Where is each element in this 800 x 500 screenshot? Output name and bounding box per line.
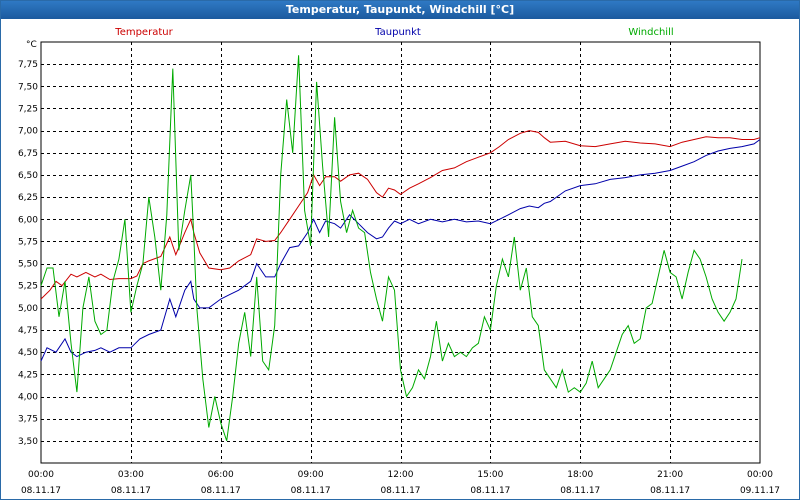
- x-tick-time: 03:00: [118, 470, 144, 480]
- x-tick-date: 08.11.17: [21, 486, 61, 496]
- plot-border: [40, 41, 761, 464]
- line-chart: 3,50 3,75 4,00 4,25 4,50 4,75 5,00 5,25 5,50 5,75…: [18, 27, 780, 496]
- x-tick-time: 21:00: [657, 470, 683, 480]
- y-tick-label: 7,00: [18, 127, 38, 137]
- y-tick-label: 5,25: [18, 282, 38, 292]
- chart-window: Temperatur, Taupunkt, Windchill [°C] 3,5…: [0, 0, 800, 500]
- x-tick-time: 09:00: [298, 470, 324, 480]
- x-tick-date: 08.11.17: [470, 486, 510, 496]
- x-tick-date: 08.11.17: [650, 486, 690, 496]
- x-tick-time: 15:00: [477, 470, 503, 480]
- y-tick-label: 7,75: [18, 60, 38, 70]
- y-tick-label: 6,50: [18, 171, 38, 181]
- legend: Temperatur Taupunkt Windchill: [114, 27, 673, 38]
- x-tick-time: 00:00: [747, 470, 773, 480]
- plot-area: [40, 41, 761, 464]
- x-tick-time: 00:00: [28, 470, 54, 480]
- y-tick-label: 5,50: [18, 260, 38, 270]
- y-axis-ticks: 3,50 3,75 4,00 4,25 4,50 4,75 5,00 5,25 5,50 5,75…: [18, 60, 38, 447]
- y-tick-label: 6,00: [18, 215, 38, 225]
- y-tick-label: 7,25: [18, 104, 38, 114]
- x-tick-date: 08.11.17: [111, 486, 151, 496]
- legend-item-taupunkt: Taupunkt: [374, 27, 421, 38]
- y-tick-label: 5,00: [18, 304, 38, 314]
- legend-item-temperatur: Temperatur: [114, 27, 173, 38]
- y-tick-label: 6,25: [18, 193, 38, 203]
- x-tick-date: 08.11.17: [380, 486, 420, 496]
- legend-item-windchill: Windchill: [628, 27, 673, 38]
- y-tick-label: 3,75: [18, 415, 38, 425]
- x-axis-ticks: 00:00 08.11.17 03:00 08.11.17 06:00 08.11.17 0…: [21, 470, 780, 496]
- x-tick-time: 18:00: [567, 470, 593, 480]
- y-tick-label: 4,75: [18, 326, 38, 336]
- y-tick-label: 5,75: [18, 237, 38, 247]
- x-tick-time: 06:00: [208, 470, 234, 480]
- x-tick-date: 09.11.17: [740, 486, 780, 496]
- y-tick-label: 4,50: [18, 348, 38, 358]
- x-tick-time: 12:00: [388, 470, 414, 480]
- y-axis-unit: °C: [26, 40, 37, 50]
- y-tick-label: 4,00: [18, 393, 38, 403]
- x-tick-date: 08.11.17: [560, 486, 600, 496]
- y-tick-label: 7,50: [18, 82, 38, 92]
- x-tick-date: 08.11.17: [201, 486, 241, 496]
- x-tick-date: 08.11.17: [291, 486, 331, 496]
- y-tick-label: 3,50: [18, 437, 38, 447]
- y-tick-label: 6,75: [18, 149, 38, 159]
- y-tick-label: 4,25: [18, 370, 38, 380]
